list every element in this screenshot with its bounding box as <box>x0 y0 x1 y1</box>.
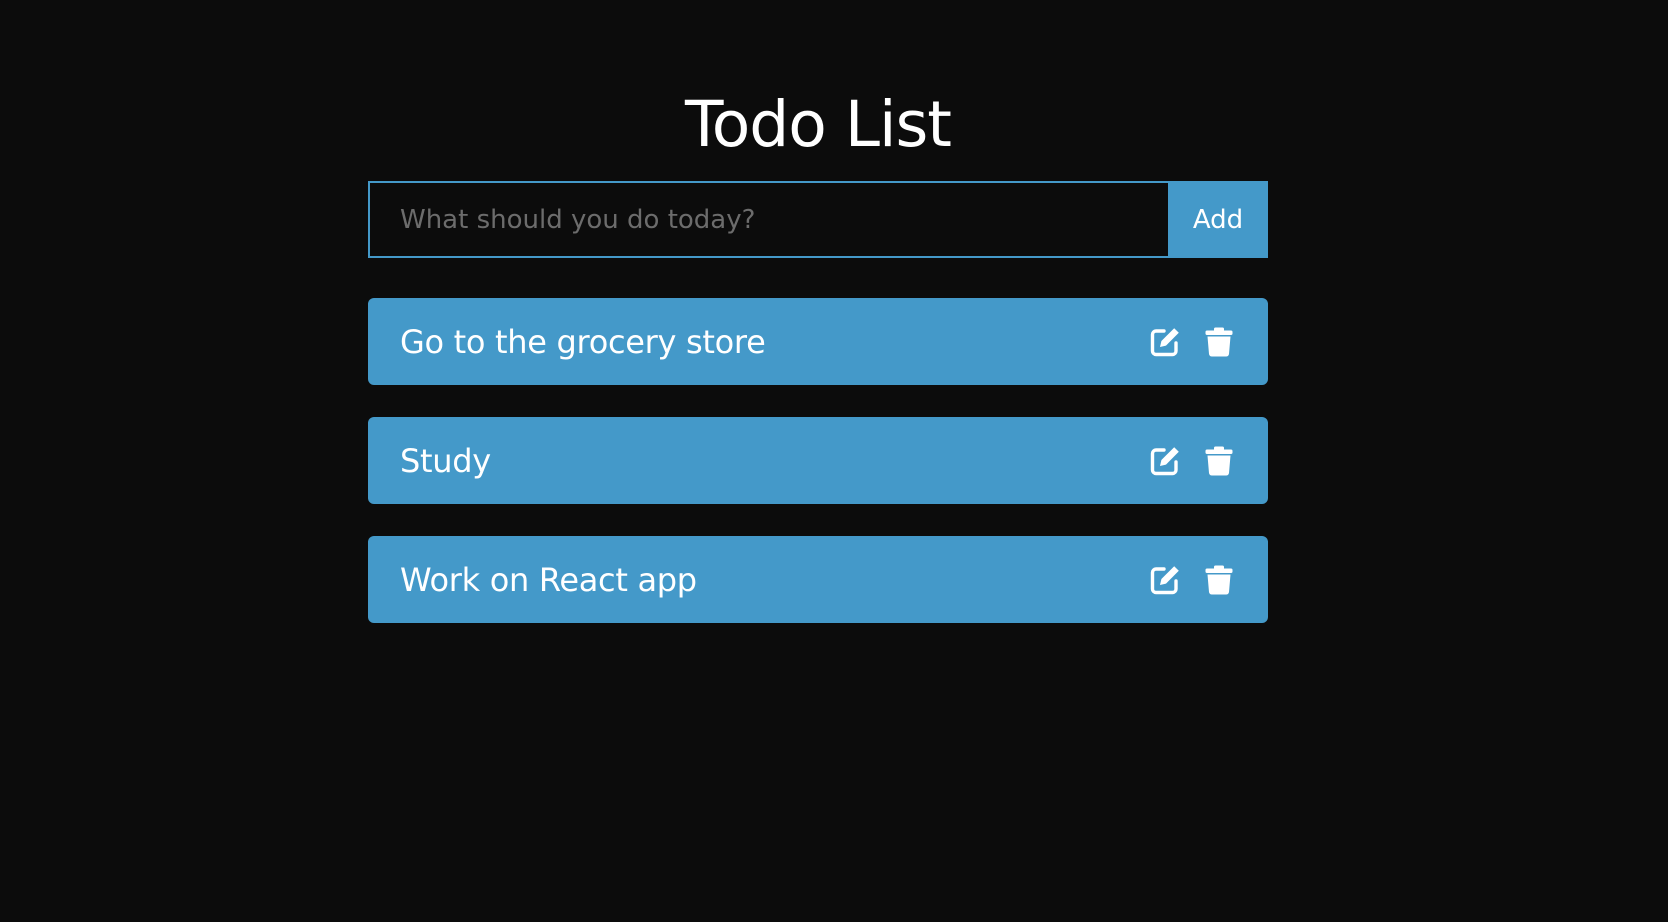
todo-text: Work on React app <box>400 560 697 599</box>
add-todo-form: Add <box>368 181 1268 258</box>
todo-item: Go to the grocery store <box>368 298 1268 385</box>
todo-text: Go to the grocery store <box>400 322 766 361</box>
todo-actions <box>1148 444 1236 478</box>
todo-actions <box>1148 325 1236 359</box>
trash-icon[interactable] <box>1202 325 1236 359</box>
edit-icon[interactable] <box>1148 444 1182 478</box>
todo-text: Study <box>400 441 491 480</box>
todo-item: Study <box>368 417 1268 504</box>
edit-icon[interactable] <box>1148 563 1182 597</box>
todo-item: Work on React app <box>368 536 1268 623</box>
edit-icon[interactable] <box>1148 325 1182 359</box>
todo-actions <box>1148 563 1236 597</box>
trash-icon[interactable] <box>1202 444 1236 478</box>
add-button[interactable]: Add <box>1168 181 1268 258</box>
todo-input[interactable] <box>368 181 1168 258</box>
todo-list: Go to the grocery store Study Work on Re… <box>368 298 1268 655</box>
trash-icon[interactable] <box>1202 563 1236 597</box>
page-title: Todo List <box>684 88 952 161</box>
